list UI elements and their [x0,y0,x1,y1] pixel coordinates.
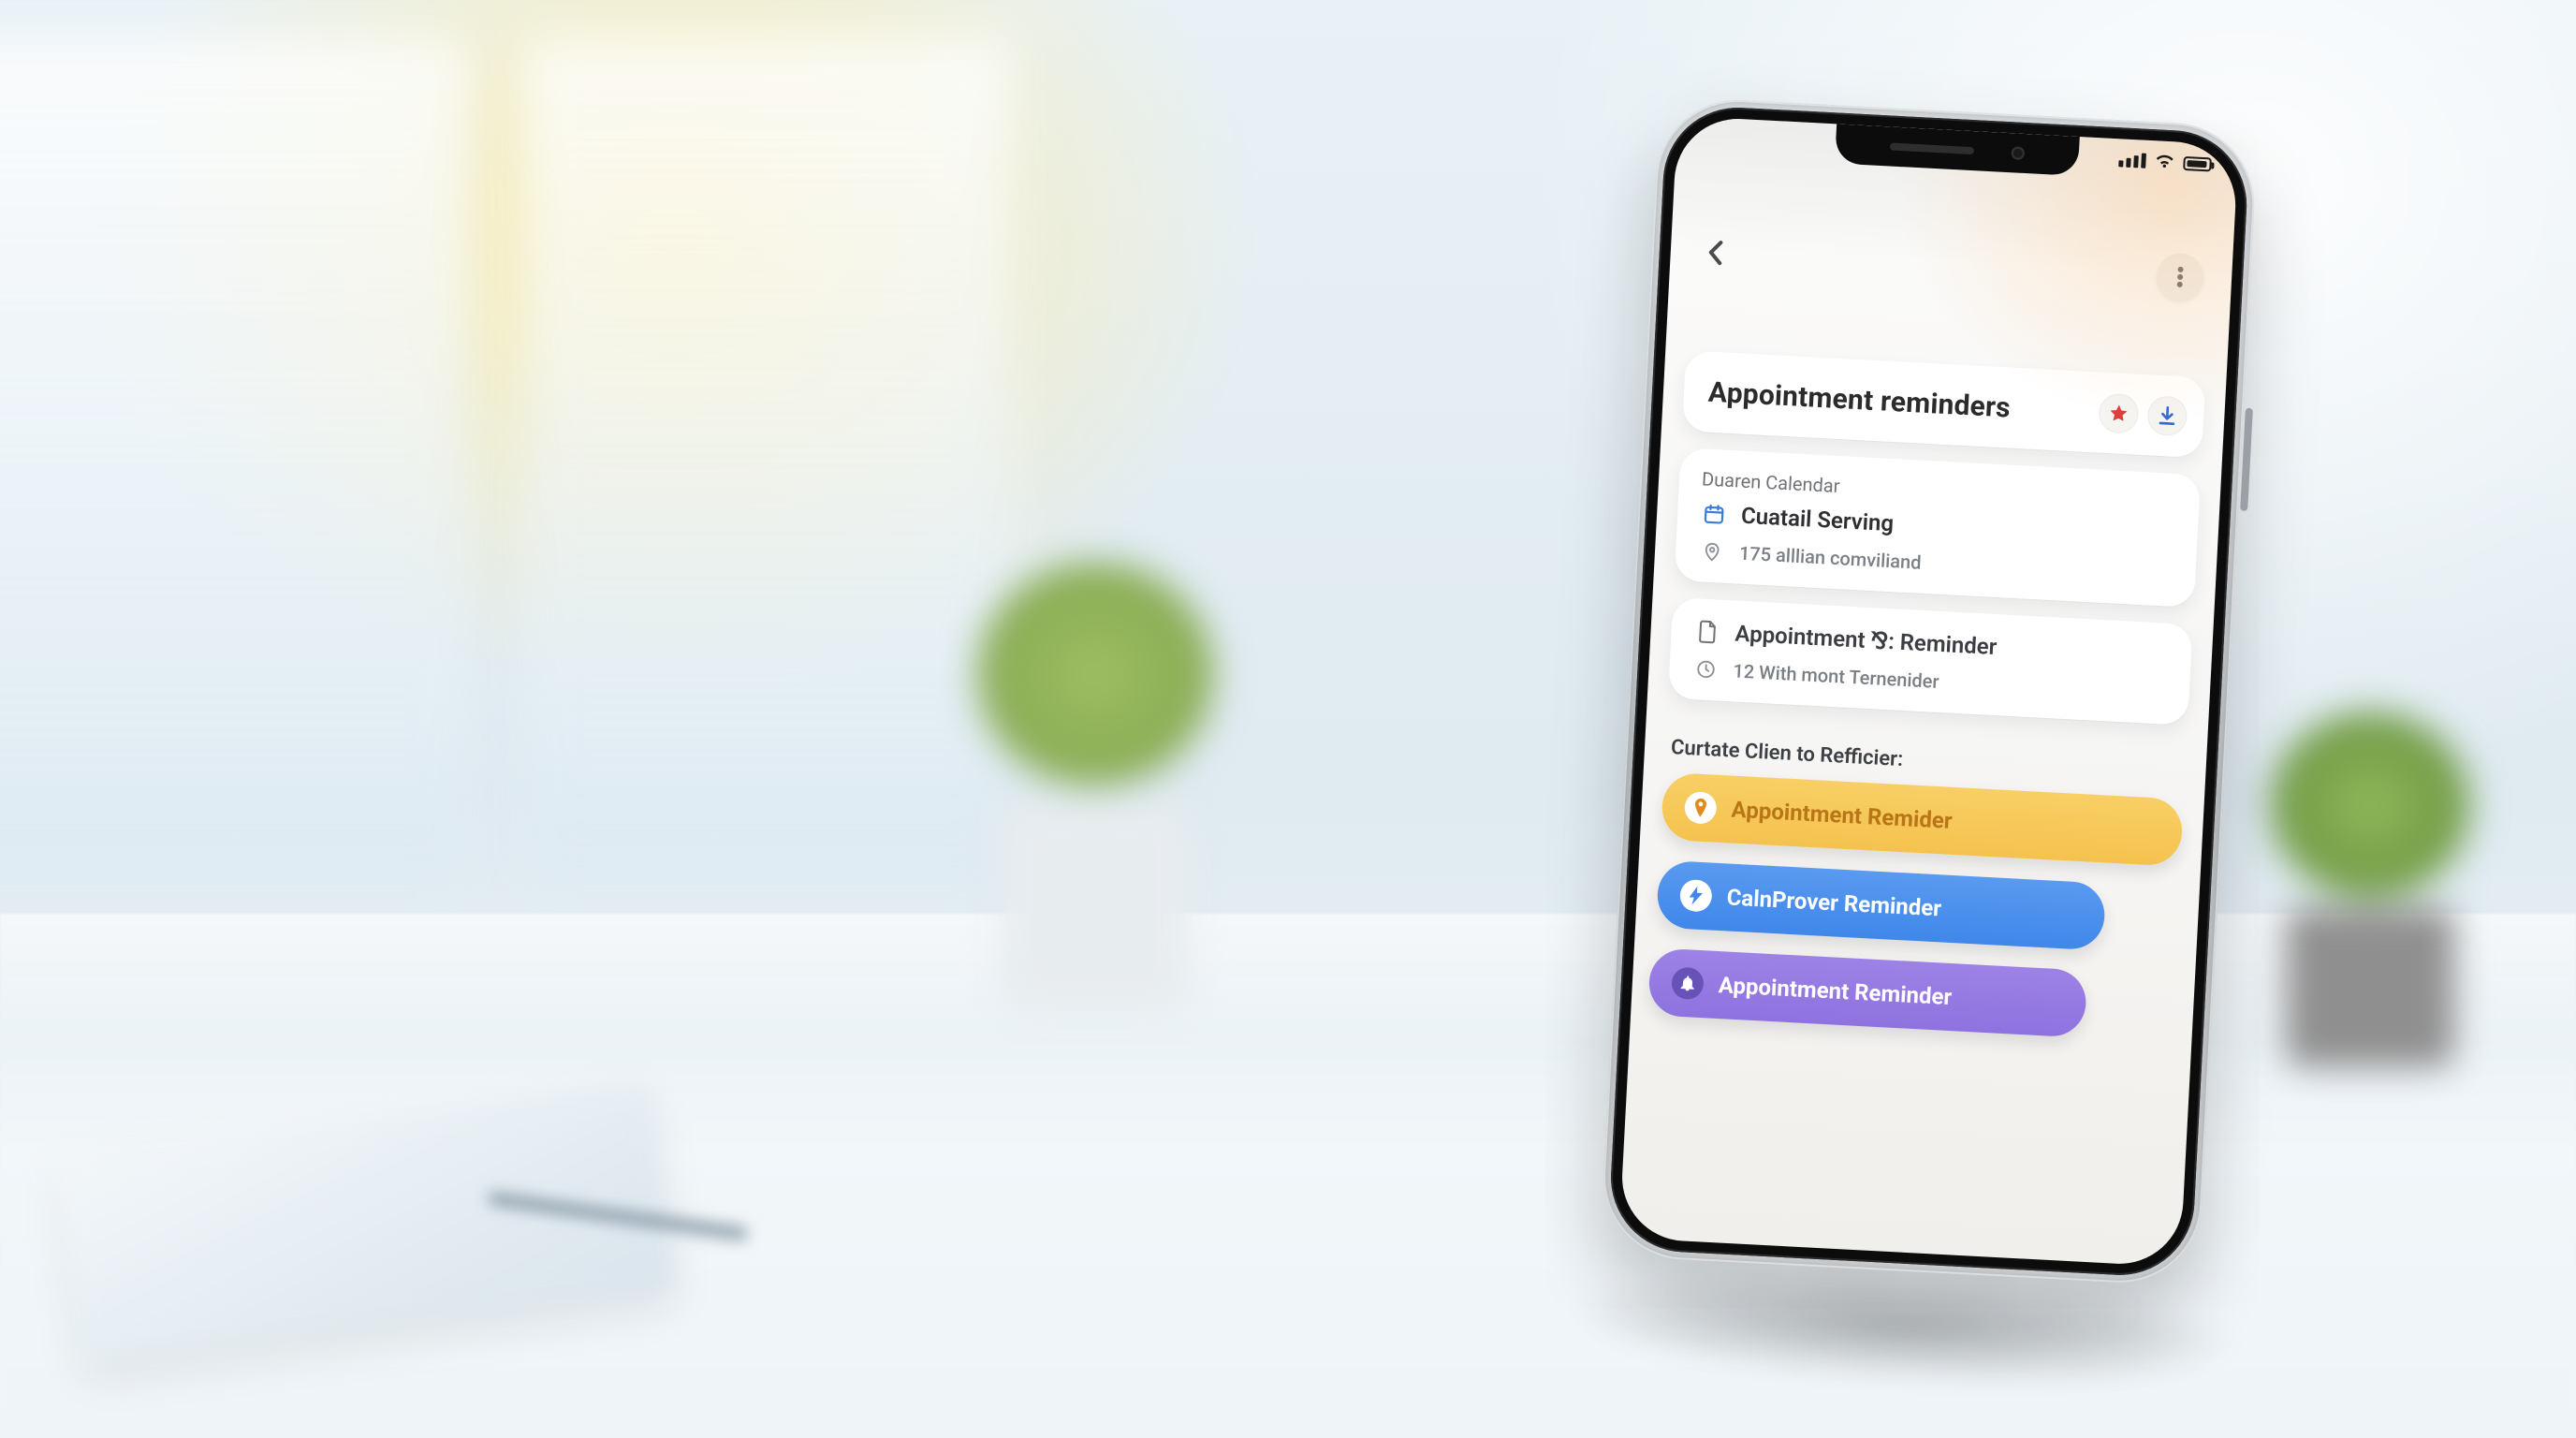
scene-background: Appointment reminders D [0,0,2576,1438]
phone-notch [1835,124,2080,176]
title-card: Appointment reminders [1682,350,2206,458]
appointment-row-title: Appointment ⅋: Reminder [1734,621,1998,661]
appointment-card[interactable]: Appointment ⅋: Reminder 12 With mont Ter… [1668,597,2193,726]
plant-prop [899,524,1292,1011]
appointment-row-sub: 12 With mont Ternenider [1733,659,1939,693]
phone: Appointment reminders D [1596,96,2276,1344]
status-bar [2118,152,2212,171]
location-icon [1697,536,1727,566]
document-icon [1693,617,1723,647]
wifi-icon [2155,154,2174,169]
download-button[interactable] [2146,395,2188,436]
battery-icon [2183,155,2212,171]
clock-icon [1691,654,1721,684]
calendar-card[interactable]: Duaren Calendar Cuatail Serving [1674,448,2201,608]
bell-icon [1671,966,1705,1000]
back-button[interactable] [1690,227,1743,280]
phone-screen: Appointment reminders D [1619,116,2239,1268]
more-button[interactable] [2156,253,2205,302]
reminder-pill-appointment-2[interactable]: Appointment Reminder [1647,947,2087,1037]
reminder-pill-calnprover[interactable]: CalnProver Reminder [1656,860,2106,951]
pill-label: Appointment Remider [1731,797,1953,834]
page-title: Appointment reminders [1707,375,2012,424]
bg-window [0,37,468,880]
phone-side-button [2240,408,2253,511]
calendar-icon [1699,499,1729,529]
pill-label: Appointment Reminder [1718,972,1953,1010]
pill-label: CalnProver Reminder [1726,884,1942,921]
bolt-icon [1679,879,1713,913]
cellular-signal-icon [2118,152,2146,168]
plant-prop [2220,674,2520,1067]
calendar-row-sub: 175 alllian comviliand [1738,542,1922,574]
favorite-button[interactable] [2098,393,2139,434]
calendar-row-title: Cuatail Serving [1740,503,1894,536]
pin-icon [1684,791,1718,825]
